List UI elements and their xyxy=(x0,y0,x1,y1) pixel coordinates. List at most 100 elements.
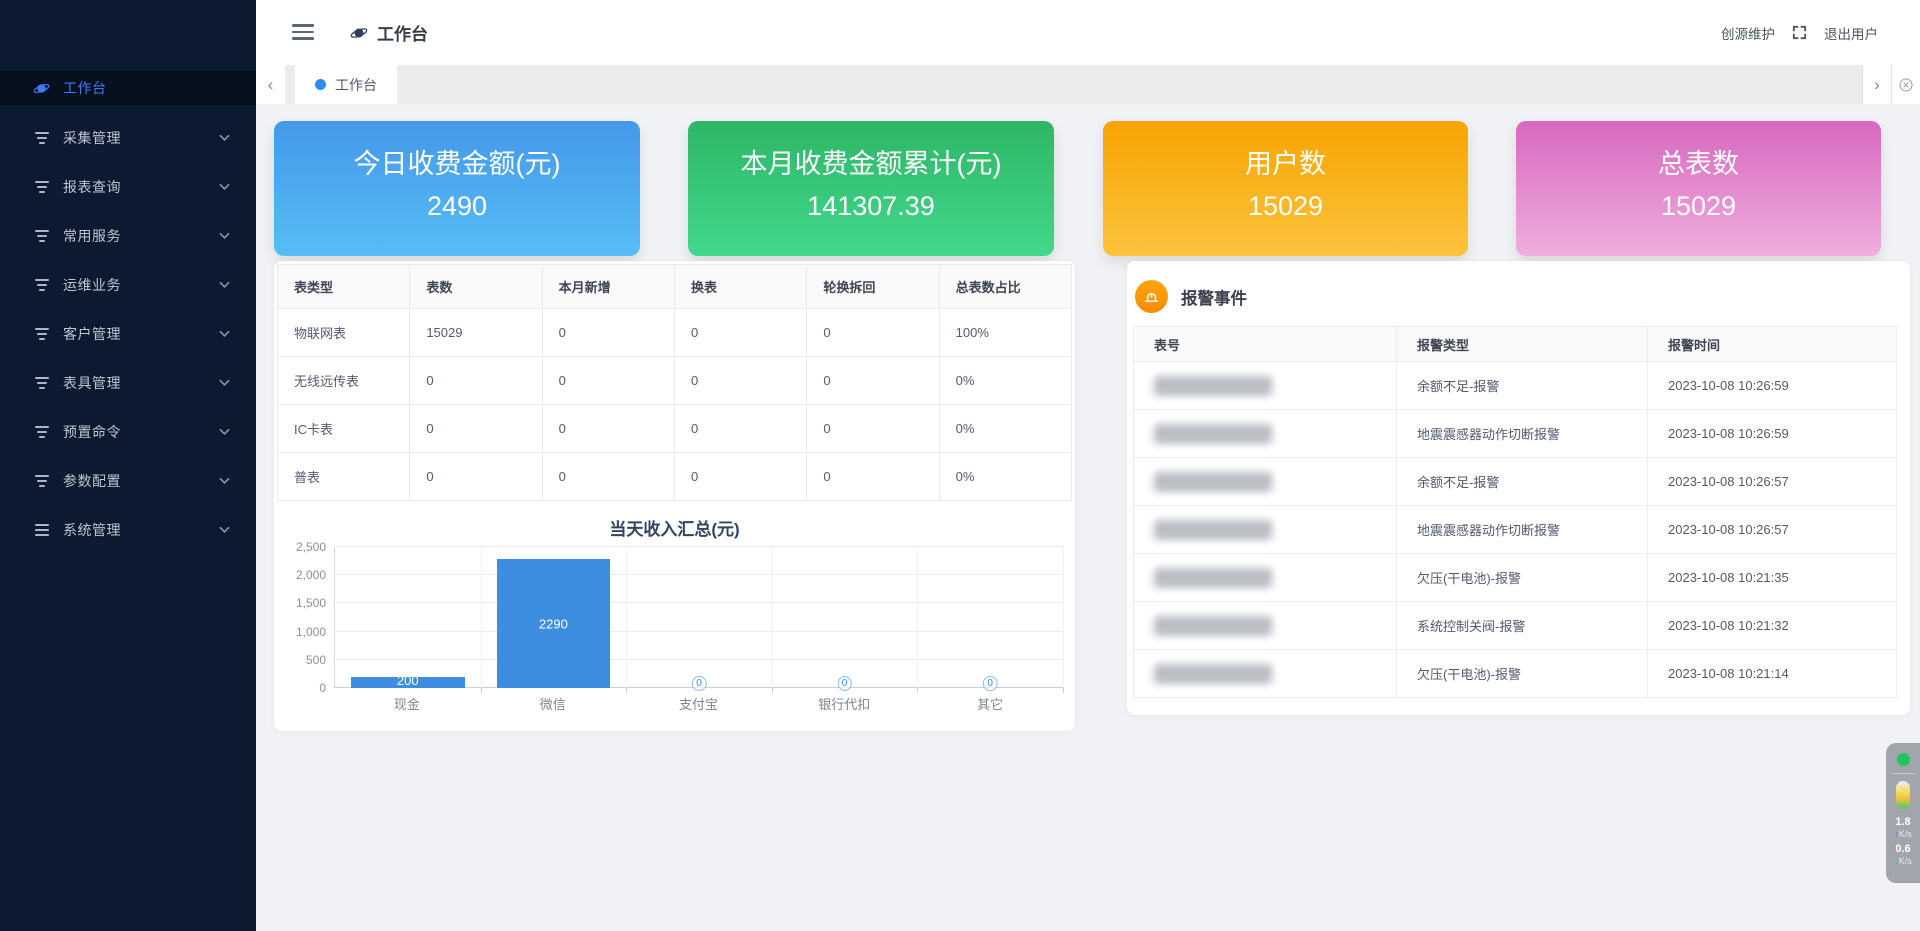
filter-icon xyxy=(33,178,50,195)
sidebar-item-ops-business[interactable]: 运维业务 xyxy=(0,260,256,309)
stat-card-value: 15029 xyxy=(1103,184,1468,228)
chart-bar-slot: 200 xyxy=(335,547,481,688)
blurred-meter-number xyxy=(1154,616,1272,636)
chart-gridline xyxy=(1063,547,1064,688)
filter-icon xyxy=(33,423,50,440)
sidebar-item-collection-management[interactable]: 采集管理 xyxy=(0,113,256,162)
planet-icon xyxy=(33,80,50,97)
stat-card-title: 用户数 xyxy=(1103,144,1468,184)
menu-toggle-icon[interactable] xyxy=(292,22,314,42)
sidebar-item-system-management[interactable]: 系统管理 xyxy=(0,505,256,554)
alarm-meter-no-masked xyxy=(1134,410,1397,458)
alarm-table-header: 表号 xyxy=(1134,327,1397,362)
income-bar-chart: 2002290000 xyxy=(334,547,1063,688)
sidebar-item-meter-management[interactable]: 表具管理 xyxy=(0,358,256,407)
chevron-down-icon xyxy=(219,330,230,338)
blurred-meter-number xyxy=(1154,376,1272,396)
blurred-meter-number xyxy=(1154,568,1272,588)
blurred-meter-number xyxy=(1154,664,1272,684)
meter-table-header: 表类型 xyxy=(278,265,410,309)
sidebar-item-customer-management[interactable]: 客户管理 xyxy=(0,309,256,358)
alarm-table-row: 欠压(干电池)-报警2023-10-08 10:21:14 xyxy=(1134,650,1897,698)
alarm-meter-no-masked xyxy=(1134,458,1397,506)
chart-zero-value-label: 0 xyxy=(983,676,998,691)
chevron-down-icon xyxy=(219,232,230,240)
filter-icon xyxy=(33,276,50,293)
filter-icon xyxy=(33,472,50,489)
tab-workbench[interactable]: 工作台 xyxy=(295,65,397,104)
meter-table-cell: 物联网表 xyxy=(278,309,410,357)
chart-y-tick-label: 2,500 xyxy=(274,540,326,554)
filter-icon xyxy=(33,325,50,342)
sidebar-item-workbench[interactable]: 工作台 xyxy=(0,71,256,105)
alarm-table-row: 余额不足-报警2023-10-08 10:26:59 xyxy=(1134,362,1897,410)
divider xyxy=(1891,773,1915,774)
alarm-table-row: 余额不足-报警2023-10-08 10:26:57 xyxy=(1134,458,1897,506)
tab-bar: ‹ 工作台 › xyxy=(256,65,1920,104)
sidebar-item-parameter-config[interactable]: 参数配置 xyxy=(0,456,256,505)
tenant-name[interactable]: 创源维护 xyxy=(1721,23,1775,43)
workbench-icon xyxy=(350,24,368,42)
chart-bar-value-label: 2290 xyxy=(497,616,611,631)
fullscreen-icon[interactable] xyxy=(1791,24,1808,41)
top-header: 工作台 创源维护 退出用户 xyxy=(256,0,1920,65)
alarm-meter-no-masked xyxy=(1134,554,1397,602)
meter-table-cell: 0 xyxy=(410,453,542,501)
network-speed-widget[interactable]: 1.8 ↑K/s 0.6 ↓K/s xyxy=(1886,743,1920,883)
stat-card-user-count: 用户数 15029 xyxy=(1103,121,1468,256)
stat-card-title: 今日收费金额(元) xyxy=(274,144,640,184)
sidebar-item-preset-command[interactable]: 预置命令 xyxy=(0,407,256,456)
chart-x-tick-label: 现金 xyxy=(334,694,480,713)
close-all-tabs-icon[interactable] xyxy=(1891,65,1920,104)
upload-speed-unit: ↑K/s xyxy=(1894,829,1912,840)
chevron-down-icon xyxy=(219,183,230,191)
alarm-table-header: 报警时间 xyxy=(1648,327,1897,362)
sidebar-menu: 工作台采集管理报表查询常用服务运维业务客户管理表具管理预置命令参数配置系统管理 xyxy=(0,71,256,554)
chart-tick xyxy=(772,688,773,693)
sidebar-item-label: 工作台 xyxy=(63,78,230,98)
stat-card-value: 15029 xyxy=(1516,184,1881,228)
sidebar-item-common-services[interactable]: 常用服务 xyxy=(0,211,256,260)
alarm-siren-icon xyxy=(1135,280,1168,313)
alarm-type: 地震震感器动作切断报警 xyxy=(1397,506,1648,554)
chart-bar: 200 xyxy=(351,677,465,688)
alarm-type: 余额不足-报警 xyxy=(1397,458,1648,506)
blurred-meter-number xyxy=(1154,424,1272,444)
chart-x-tick-label: 支付宝 xyxy=(626,694,772,713)
alarm-time: 2023-10-08 10:21:35 xyxy=(1648,554,1897,602)
sidebar-item-report-query[interactable]: 报表查询 xyxy=(0,162,256,211)
alarm-meter-no-masked xyxy=(1134,362,1397,410)
alarm-meter-no-masked xyxy=(1134,650,1397,698)
chevron-down-icon xyxy=(219,379,230,387)
meter-table-cell: 0 xyxy=(807,357,939,405)
chart-y-tick-label: 1,500 xyxy=(274,596,326,610)
meter-table-cell: 0 xyxy=(674,309,806,357)
alarm-table-row: 地震震感器动作切断报警2023-10-08 10:26:57 xyxy=(1134,506,1897,554)
upload-speed-value: 1.8 xyxy=(1895,816,1910,829)
meter-table-row: 物联网表15029000100% xyxy=(278,309,1072,357)
chevron-down-icon xyxy=(219,526,230,534)
stat-card-title: 本月收费金额累计(元) xyxy=(688,144,1054,184)
alarm-events-panel: 报警事件 表号报警类型报警时间余额不足-报警2023-10-08 10:26:5… xyxy=(1127,261,1910,715)
meter-table-cell: 0 xyxy=(410,357,542,405)
chart-title: 当天收入汇总(元) xyxy=(274,515,1075,540)
chart-y-tick-label: 0 xyxy=(274,681,326,695)
alarm-time: 2023-10-08 10:26:57 xyxy=(1648,506,1897,554)
chart-y-axis: 05001,0001,5002,0002,500 xyxy=(274,547,326,688)
header-title-group: 工作台 xyxy=(350,0,428,65)
chart-tick xyxy=(1063,688,1064,693)
alarm-time: 2023-10-08 10:21:32 xyxy=(1648,602,1897,650)
tabs-scroll-right-icon[interactable]: › xyxy=(1862,65,1891,104)
tabs-scroll-left-icon[interactable]: ‹ xyxy=(256,65,285,104)
meter-table-header: 本月新增 xyxy=(542,265,674,309)
logout-button[interactable]: 退出用户 xyxy=(1824,23,1878,43)
chart-zero-value-label: 0 xyxy=(837,676,852,691)
alarm-type: 欠压(干电池)-报警 xyxy=(1397,554,1648,602)
filter-icon xyxy=(33,227,50,244)
meter-type-table: 表类型表数本月新增换表轮换拆回总表数占比物联网表15029000100%无线远传… xyxy=(277,264,1072,501)
meter-table-cell: 0% xyxy=(939,405,1071,453)
alarm-table-header: 报警类型 xyxy=(1397,327,1648,362)
chart-bar: 2290 xyxy=(497,559,611,688)
meter-table-cell: 0 xyxy=(674,357,806,405)
active-tab-dot-icon xyxy=(315,79,326,90)
